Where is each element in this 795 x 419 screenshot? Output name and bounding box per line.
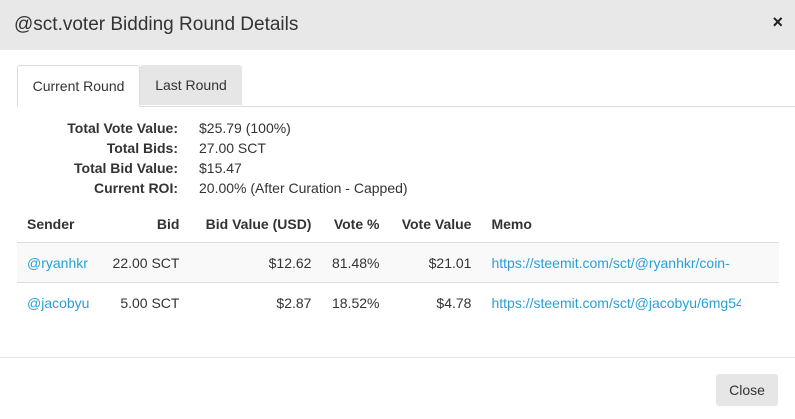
table-header-row: Sender Bid Bid Value (USD) Vote % Vote V… xyxy=(17,205,779,243)
bids-table: Sender Bid Bid Value (USD) Vote % Vote V… xyxy=(17,205,779,322)
summary-label: Total Bids: xyxy=(106,140,178,156)
tab-last-round[interactable]: Last Round xyxy=(140,65,242,105)
column-header-vote-value: Vote Value xyxy=(401,215,472,232)
summary-label: Total Bid Value: xyxy=(74,160,178,176)
cell-vote-value: $4.78 xyxy=(389,282,482,322)
sender-link[interactable]: @ryanhkr xyxy=(27,255,88,271)
sender-link[interactable]: @jacobyu xyxy=(27,295,89,311)
cell-vote-pct: 18.52% xyxy=(321,282,390,322)
cell-bid-value: $2.87 xyxy=(189,282,322,322)
column-header-bid: Bid xyxy=(156,215,180,232)
cell-bid: 5.00 SCT xyxy=(99,282,190,322)
cell-bid: 22.00 SCT xyxy=(99,242,190,283)
cell-sender: @ryanhkr xyxy=(17,242,100,283)
table-row: @ryanhkr 22.00 SCT $12.62 81.48% $21.01 … xyxy=(17,242,779,283)
cell-bid-value: $12.62 xyxy=(189,242,322,283)
summary-label: Current ROI: xyxy=(94,180,178,196)
cell-vote-pct: 81.48% xyxy=(321,242,390,283)
summary-value: $25.79 (100%) xyxy=(199,120,291,136)
summary-value: $15.47 xyxy=(199,160,242,176)
column-header-vote-pct: Vote % xyxy=(333,215,380,232)
cell-memo: https://steemit.com/sct/@jacobyu/6mg54 xyxy=(481,282,779,322)
modal-title: @sct.voter Bidding Round Details xyxy=(14,14,299,35)
cell-memo: https://steemit.com/sct/@ryanhkr/coin- xyxy=(481,242,779,283)
memo-link[interactable]: https://steemit.com/sct/@jacobyu/6mg54 xyxy=(491,295,741,311)
close-button[interactable]: Close xyxy=(716,374,778,406)
column-header-bid-value: Bid Value (USD) xyxy=(205,215,312,232)
summary-value: 20.00% (After Curation - Capped) xyxy=(199,180,408,196)
tab-bar: Current Round Last Round xyxy=(17,65,795,107)
tab-current-round[interactable]: Current Round xyxy=(17,65,140,107)
column-header-sender: Sender xyxy=(27,215,75,232)
memo-link[interactable]: https://steemit.com/sct/@ryanhkr/coin- xyxy=(491,255,741,271)
cell-vote-value: $21.01 xyxy=(389,242,482,283)
table-row: @jacobyu 5.00 SCT $2.87 18.52% $4.78 htt… xyxy=(17,282,779,322)
summary-label: Total Vote Value: xyxy=(67,120,178,136)
modal-header: @sct.voter Bidding Round Details × xyxy=(0,0,795,50)
footer-divider xyxy=(0,357,795,358)
cell-sender: @jacobyu xyxy=(17,282,100,322)
summary-value: 27.00 SCT xyxy=(199,140,266,156)
column-header-memo: Memo xyxy=(491,215,532,232)
close-icon[interactable]: × xyxy=(772,12,783,32)
